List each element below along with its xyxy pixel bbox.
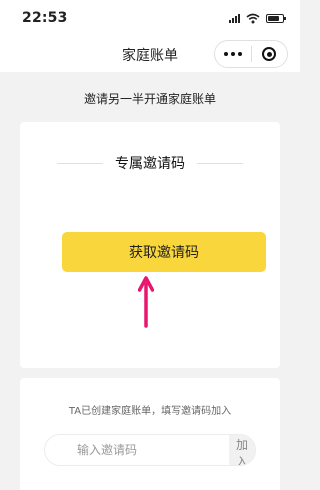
more-dots-icon — [223, 52, 242, 56]
join-button[interactable]: 加入 — [229, 435, 255, 465]
status-bar: 22:53 — [0, 0, 300, 36]
get-invite-code-button[interactable]: 获取邀请码 — [62, 232, 266, 272]
invite-code-row: 加入 — [44, 434, 256, 466]
card-title: 专属邀请码 — [115, 156, 185, 172]
join-card: TA已创建家庭账单，填写邀请码加入 加入 — [20, 378, 280, 490]
more-button[interactable] — [215, 41, 251, 67]
invite-subtitle: 邀请另一半开通家庭账单 — [83, 92, 216, 106]
wifi-icon — [246, 13, 260, 23]
status-icons — [229, 12, 286, 24]
status-time: 22:53 — [22, 10, 68, 26]
join-hint: TA已创建家庭账单，填写邀请码加入 — [68, 406, 232, 417]
divider-left — [57, 162, 103, 164]
battery-icon — [266, 13, 286, 23]
close-button[interactable] — [252, 41, 288, 67]
nav-bar: 家庭账单 — [0, 36, 300, 72]
invite-code-input[interactable] — [45, 435, 229, 465]
mini-program-capsule — [214, 40, 288, 68]
card-title-row: 专属邀请码 — [20, 154, 280, 172]
invite-card: 专属邀请码 获取邀请码 — [20, 122, 280, 368]
target-circle-icon — [262, 47, 277, 61]
divider-right — [197, 162, 243, 164]
annotation-arrow-icon — [138, 276, 154, 328]
signal-icon — [229, 13, 240, 23]
